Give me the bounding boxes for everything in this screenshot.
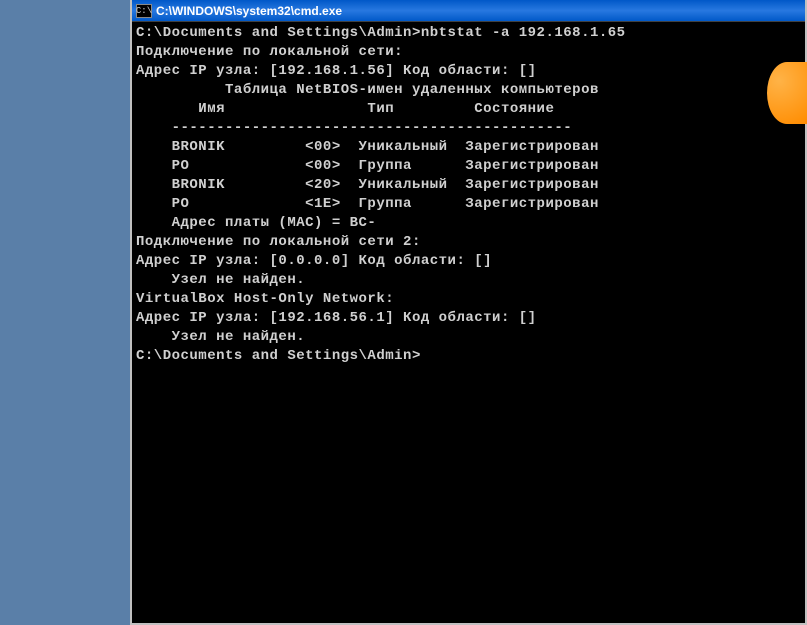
table-row: PO <1E> Группа Зарегистрирован [136, 195, 801, 214]
prompt-line: C:\Documents and Settings\Admin> [136, 347, 801, 366]
redacted-mac [376, 214, 516, 230]
not-found-line: Узел не найден. [136, 271, 801, 290]
cmd-window: C:\ C:\WINDOWS\system32\cmd.exe C:\Docum… [130, 0, 807, 625]
orange-badge-icon [767, 62, 807, 124]
table-row: PO <00> Группа Зарегистрирован [136, 157, 801, 176]
table-row: BRONIK <00> Уникальный Зарегистрирован [136, 138, 801, 157]
terminal-output[interactable]: C:\Documents and Settings\Admin>nbtstat … [132, 22, 805, 623]
desktop-background: C:\ C:\WINDOWS\system32\cmd.exe C:\Docum… [0, 0, 807, 625]
table-row: BRONIK <20> Уникальный Зарегистрирован [136, 176, 801, 195]
title-bar[interactable]: C:\ C:\WINDOWS\system32\cmd.exe [132, 0, 805, 22]
ip-address-line: Адрес IP узла: [0.0.0.0] Код области: [] [136, 252, 801, 271]
not-found-line: Узел не найден. [136, 328, 801, 347]
window-title: C:\WINDOWS\system32\cmd.exe [156, 4, 342, 18]
ip-address-line: Адрес IP узла: [192.168.1.56] Код област… [136, 62, 801, 81]
connection-header: VirtualBox Host-Only Network: [136, 290, 801, 309]
connection-header: Подключение по локальной сети 2: [136, 233, 801, 252]
ip-address-line: Адрес IP узла: [192.168.56.1] Код област… [136, 309, 801, 328]
connection-header: Подключение по локальной сети: [136, 43, 801, 62]
cmd-icon: C:\ [136, 4, 152, 18]
table-divider: ----------------------------------------… [136, 119, 801, 138]
mac-address-line: Адрес платы (MAC) = BC- [136, 214, 801, 233]
mac-prefix: Адрес платы (MAC) = BC- [136, 215, 376, 231]
command-line: C:\Documents and Settings\Admin>nbtstat … [136, 24, 801, 43]
table-title: Таблица NetBIOS-имен удаленных компьютер… [136, 81, 801, 100]
table-header: Имя Тип Состояние [136, 100, 801, 119]
